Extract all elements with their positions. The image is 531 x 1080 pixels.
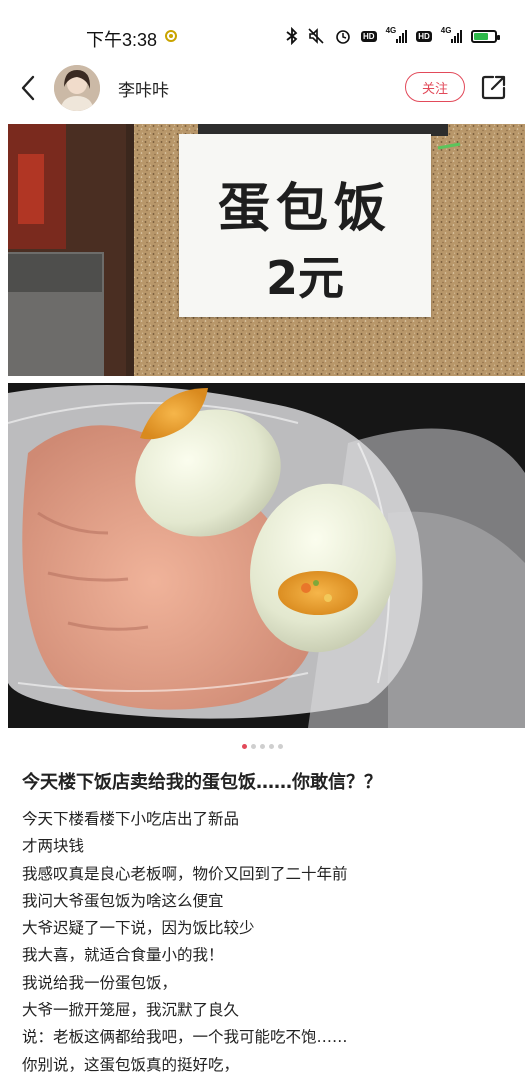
- back-button[interactable]: [14, 70, 42, 106]
- hd-badge-1: HD: [361, 30, 377, 42]
- carousel-indicator: [242, 744, 283, 749]
- carousel-dot: [242, 744, 247, 749]
- post-image-eggs[interactable]: [8, 383, 525, 728]
- sign-text-dish: 蛋包饭: [217, 179, 392, 239]
- post-body: 今天下楼看楼下小吃店出了新品 才两块钱我感叹真是良心老板啊，物价又回到了二十年前我…: [22, 806, 522, 1079]
- post-line: 才两块钱: [22, 837, 85, 856]
- post-header: 李咔咔 关注: [0, 60, 531, 116]
- carousel-dot: [269, 744, 274, 749]
- post-line: 你别说，这蛋包饭真的挺好吃，: [22, 1055, 240, 1074]
- carousel-dot: [251, 744, 256, 749]
- post-line: 我问大爷蛋包饭为啥这么便宜: [22, 891, 224, 910]
- post-line: 说：老板这俩都给我吧，一个我可能吃不饱……: [22, 1028, 348, 1047]
- price-sign: 蛋包饭 2元: [179, 134, 431, 317]
- signal-icon-1: 4G: [385, 25, 408, 43]
- post-line: 我说给我一份蛋包饭，: [22, 973, 178, 992]
- back-icon: [21, 75, 35, 101]
- network-type-2: 4G: [440, 25, 452, 35]
- post-image-sign[interactable]: 蛋包饭 2元: [8, 124, 525, 376]
- carousel-dot: [260, 744, 265, 749]
- mute-icon: [307, 27, 325, 45]
- share-button[interactable]: [480, 73, 508, 101]
- hd-badge-2: HD: [416, 30, 432, 42]
- alarm-icon: [334, 27, 352, 45]
- share-icon: [481, 75, 506, 100]
- network-type-1: 4G: [385, 25, 397, 35]
- battery-icon: [471, 29, 501, 43]
- sign-text-price: 2元: [265, 251, 344, 305]
- signal-icon-2: 4G: [440, 25, 463, 43]
- post-line: 我感叹真是良心老板啊，物价又回到了二十年前: [22, 864, 348, 883]
- status-icons: HD 4G HD 4G: [286, 22, 501, 50]
- status-time: 下午3:38: [86, 30, 158, 50]
- post-line: 今天下楼看楼下小吃店出了新品: [22, 810, 240, 828]
- post-line: 大爷迟疑了一下说，因为饭比较少: [22, 919, 255, 938]
- notification-dot-icon: [165, 30, 177, 42]
- post-line: 大爷一掀开笼屉，我沉默了良久: [22, 1001, 240, 1020]
- avatar[interactable]: [54, 65, 100, 111]
- follow-button[interactable]: 关注: [405, 72, 465, 102]
- post-line: 我大喜，就适合食量小的我！: [22, 946, 224, 965]
- username[interactable]: 李咔咔: [118, 76, 169, 101]
- bluetooth-icon: [286, 27, 298, 45]
- carousel-dot: [278, 744, 283, 749]
- post-title: 今天楼下饭店卖给我的蛋包饭……你敢信？？: [22, 772, 382, 793]
